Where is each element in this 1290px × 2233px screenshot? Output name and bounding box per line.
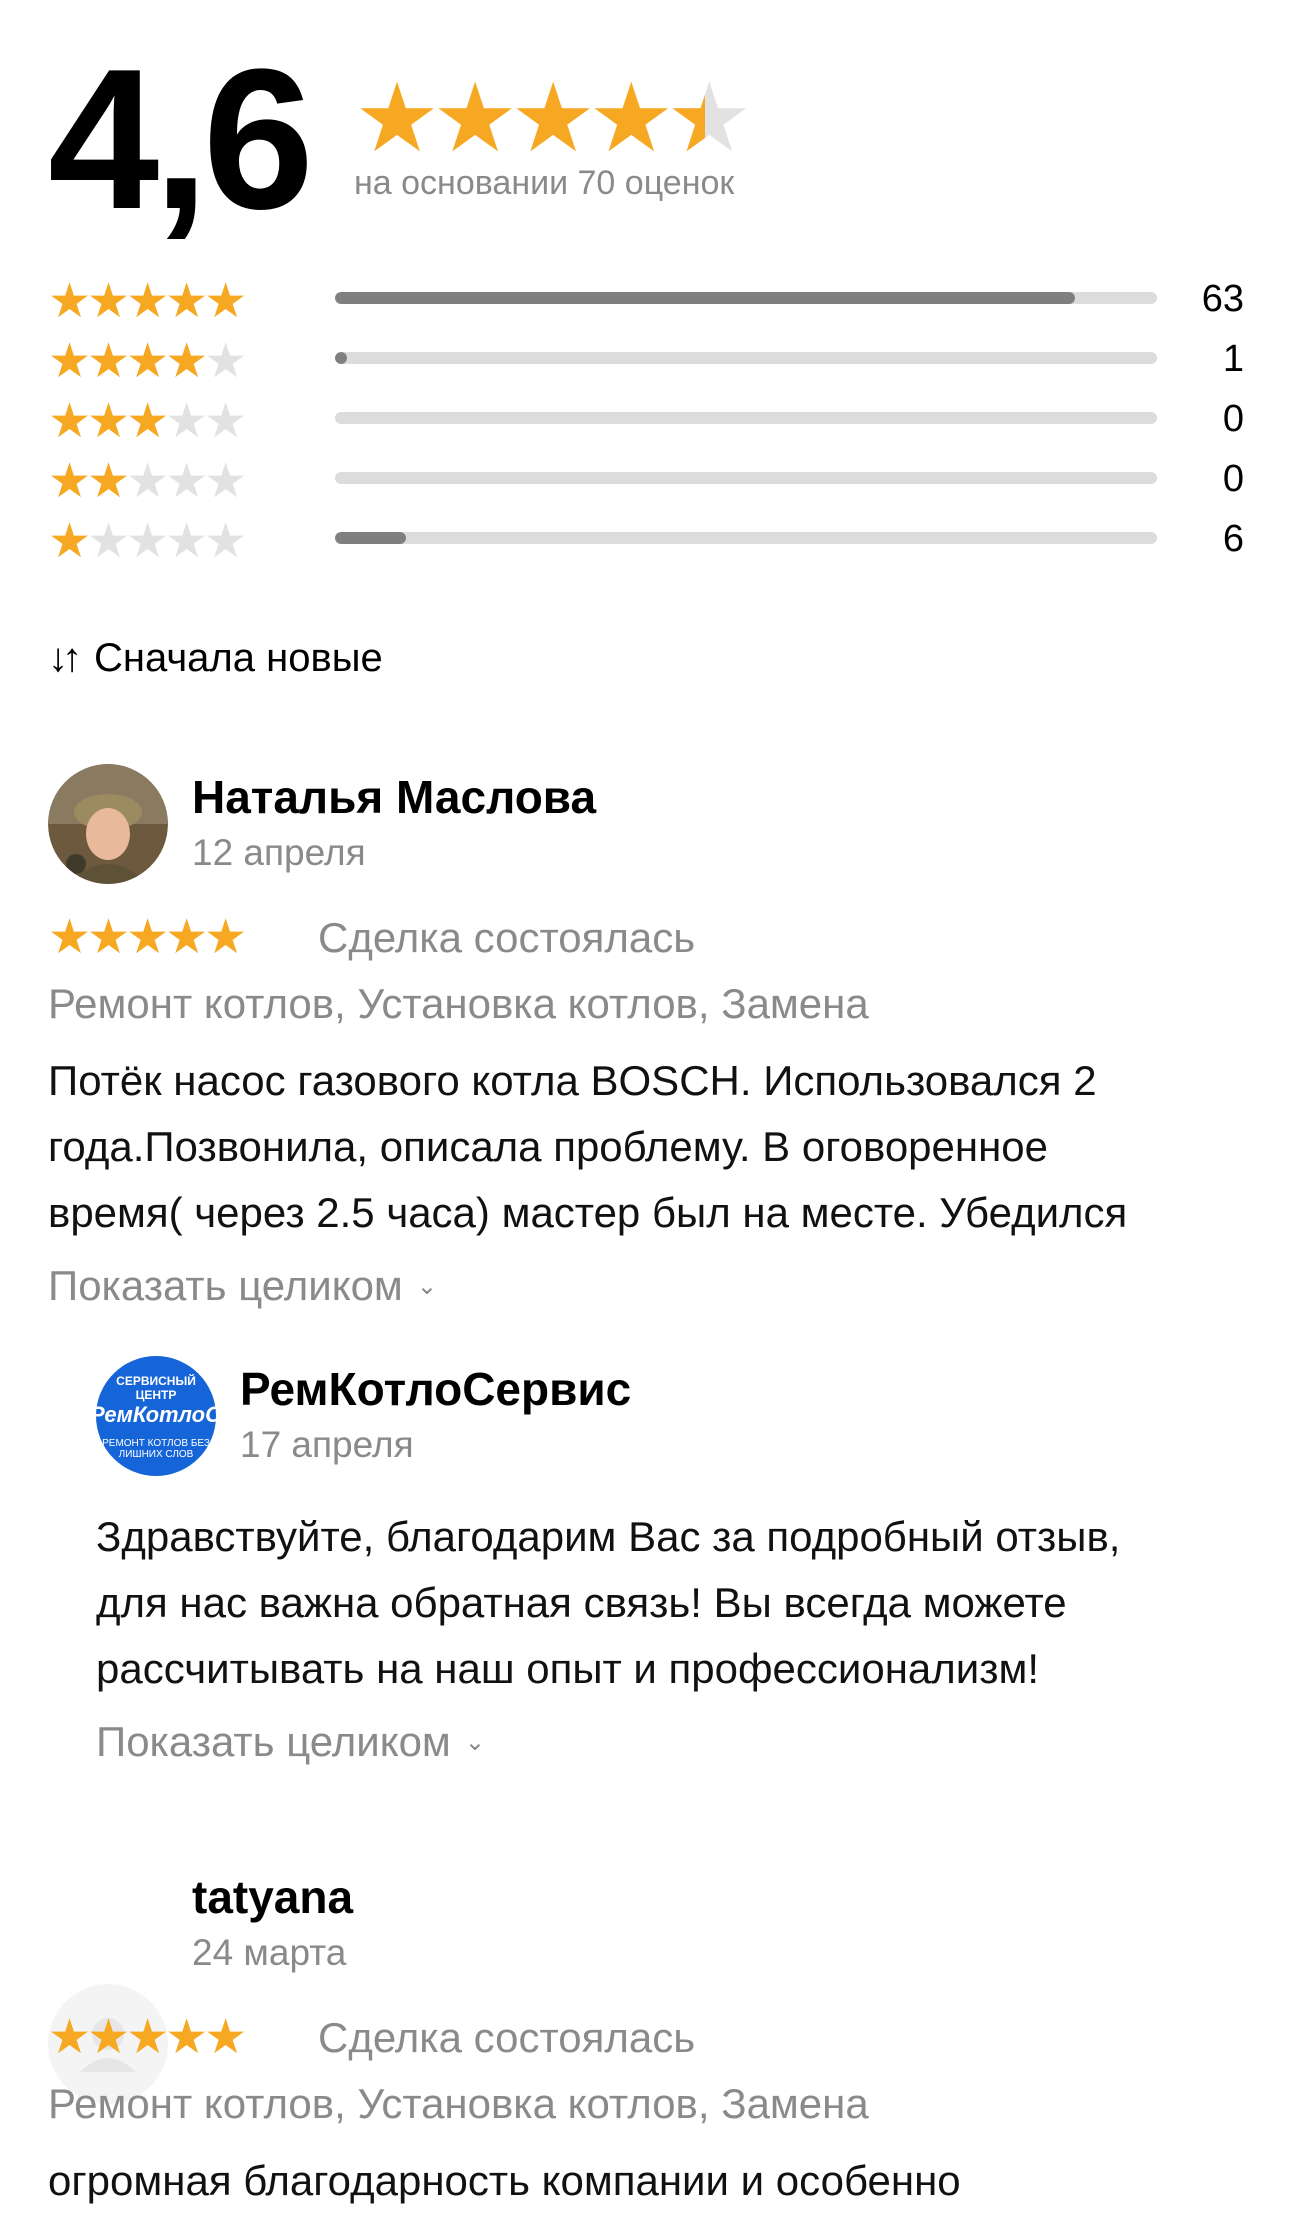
show-more-label: Показать целиком <box>48 1262 403 1309</box>
distribution-row-4[interactable]: ★★★★★ 1 <box>48 330 1244 390</box>
distribution-row-3[interactable]: ★★★★★ 0 <box>48 390 1244 450</box>
stars-5: ★★★★★ <box>48 275 247 328</box>
stars-4: ★★★★★ <box>48 335 247 388</box>
distribution-bar-fill <box>335 532 406 544</box>
distribution-count: 0 <box>1222 458 1244 500</box>
chevron-down-icon: ⌄ <box>416 1272 437 1300</box>
reply-author[interactable]: РемКотлоСервис <box>240 1362 631 1416</box>
distribution-bar-fill <box>335 352 347 364</box>
chevron-down-icon: ⌄ <box>464 1728 485 1756</box>
distribution-bar <box>335 412 1157 424</box>
review-date: 24 марта <box>192 1932 347 1973</box>
sort-button[interactable]: ↓↑ Сначала новые <box>48 636 383 681</box>
sort-label: Сначала новые <box>94 636 383 680</box>
avatar-caption: СЕРВИСНЫЙ ЦЕНТР <box>116 1374 196 1402</box>
review-services: Ремонт котлов, Установка котлов, Замена <box>48 2080 869 2127</box>
avatar-slogan: РЕМОНТ КОТЛОВ БЕЗ ЛИШНИХ СЛОВ <box>102 1438 210 1460</box>
avatar[interactable] <box>48 764 168 884</box>
show-more-label: Показать целиком <box>96 1718 451 1765</box>
reply-text-line: рассчитывать на наш опыт и профессионали… <box>96 1645 1040 1692</box>
review-date: 12 апреля <box>192 832 366 873</box>
rating-distribution: ★★★★★ 63 ★★★★★ 1 ★★★★★ 0 ★★★★★ 0 ★★★★★ 6 <box>48 270 1244 570</box>
stars-3: ★★★★★ <box>48 395 247 448</box>
review-author[interactable]: Наталья Маслова <box>192 770 596 824</box>
stars-2: ★★★★★ <box>48 455 247 508</box>
business-avatar[interactable]: СЕРВИСНЫЙ ЦЕНТР РемКотлоСерв РЕМОНТ КОТЛ… <box>96 1356 216 1476</box>
reply-text: Здравствуйте, благодарим Вас за подробны… <box>96 1504 1256 1702</box>
show-more-button[interactable]: Показать целиком ⌄ <box>48 1262 437 1310</box>
reply-text-line: для нас важна обратная связь! Вы всегда … <box>96 1579 1067 1626</box>
review-text-line: года.Позвонила, описала проблему. В огов… <box>48 1123 1049 1170</box>
deal-status: Сделка состоялась <box>318 914 696 961</box>
half-star-icon: ★★ <box>666 65 752 172</box>
avatar-brand: РемКотлоСерв <box>96 1402 216 1427</box>
star-icon: ★ <box>432 65 518 172</box>
review-author[interactable]: tatyana <box>192 1870 353 1924</box>
review-services: Ремонт котлов, Установка котлов, Замена <box>48 980 869 1027</box>
distribution-bar-fill <box>335 292 1075 304</box>
stars-1: ★★★★★ <box>48 515 247 568</box>
distribution-row-2[interactable]: ★★★★★ 0 <box>48 450 1244 510</box>
distribution-bar <box>335 472 1157 484</box>
distribution-bar <box>335 532 1157 544</box>
distribution-count: 63 <box>1201 278 1244 320</box>
distribution-bar <box>335 352 1157 364</box>
distribution-row-5[interactable]: ★★★★★ 63 <box>48 270 1244 330</box>
review-text: огромная благодарность компании и особен… <box>48 2148 1248 2214</box>
review-text: Потёк насос газового котла BOSCH. Исполь… <box>48 1048 1248 1246</box>
review-text-line: время( через 2.5 часа) мастер был на мес… <box>48 1189 1128 1236</box>
average-rating: 4,6 <box>48 28 314 251</box>
star-icon: ★ <box>588 65 674 172</box>
review-stars: ★★★★★ <box>48 2011 247 2064</box>
review-text-line: огромная благодарность компании и особен… <box>48 2157 961 2204</box>
review-stars: ★★★★★ <box>48 911 247 964</box>
sort-arrows-icon: ↓↑ <box>48 636 82 680</box>
star-icon: ★ <box>354 65 440 172</box>
reply-text-line: Здравствуйте, благодарим Вас за подробны… <box>96 1513 1121 1560</box>
average-stars: ★★★★★★ <box>354 62 752 174</box>
distribution-count: 6 <box>1222 518 1244 560</box>
reply-show-more-button[interactable]: Показать целиком ⌄ <box>96 1718 485 1766</box>
star-icon: ★ <box>510 65 596 172</box>
distribution-bar <box>335 292 1157 304</box>
ratings-count-label: на основании 70 оценок <box>354 164 735 202</box>
review-text-line: Потёк насос газового котла BOSCH. Исполь… <box>48 1057 1097 1104</box>
reply-date: 17 апреля <box>240 1424 414 1465</box>
distribution-count: 0 <box>1222 398 1244 440</box>
deal-status: Сделка состоялась <box>318 2014 696 2061</box>
distribution-row-1[interactable]: ★★★★★ 6 <box>48 510 1244 570</box>
distribution-count: 1 <box>1222 338 1244 380</box>
